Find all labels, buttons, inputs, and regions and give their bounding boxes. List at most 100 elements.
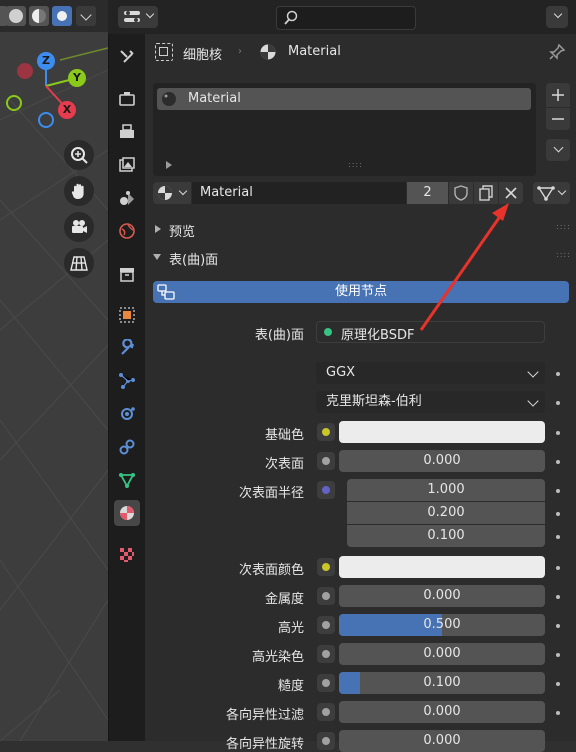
keyframe-dot[interactable]: [556, 566, 560, 570]
socket-button[interactable]: [317, 732, 335, 750]
tab-render[interactable]: [114, 86, 140, 112]
socket-button[interactable]: [317, 616, 335, 634]
socket-button[interactable]: [317, 558, 335, 576]
socket-button[interactable]: [317, 481, 335, 499]
anisotropic-rotation-field[interactable]: 0.000: [339, 730, 545, 752]
metallic-field[interactable]: 0.000: [339, 585, 545, 607]
tab-object[interactable]: [114, 302, 140, 328]
surface-shader-selector[interactable]: 原理化BSDF: [316, 321, 545, 343]
keyframe-dot[interactable]: [556, 595, 560, 599]
panel-drag-grip[interactable]: ::::: [556, 250, 571, 259]
gizmo-z-axis[interactable]: Z: [37, 52, 55, 70]
tab-collection[interactable]: [114, 261, 140, 287]
collection-icon: [120, 268, 134, 282]
gizmo-y-axis[interactable]: Y: [68, 69, 86, 87]
roughness-slider[interactable]: 0.100: [339, 672, 545, 694]
panel-drag-grip[interactable]: ::::: [556, 222, 571, 231]
add-material-slot-button[interactable]: [546, 83, 570, 107]
list-resize-grip[interactable]: ::::: [348, 160, 363, 169]
gizmo-x-axis[interactable]: X: [58, 101, 76, 119]
material-name-input[interactable]: Material: [192, 182, 406, 204]
specular-tint-field[interactable]: 0.000: [339, 643, 545, 665]
tab-output[interactable]: [114, 119, 140, 145]
zoom-button[interactable]: [64, 140, 94, 170]
new-material-button[interactable]: [474, 182, 498, 204]
tab-object-data[interactable]: [114, 467, 140, 493]
socket-button[interactable]: [317, 703, 335, 721]
keyframe-dot[interactable]: [556, 489, 560, 493]
material-user-count[interactable]: 2: [407, 182, 448, 204]
tab-scene[interactable]: [114, 185, 140, 211]
tab-particles[interactable]: [114, 368, 140, 394]
property-value: 0.000: [423, 704, 461, 719]
socket-button[interactable]: [317, 452, 335, 470]
keyframe-dot[interactable]: [556, 682, 560, 686]
panel-surface-title[interactable]: 表(曲)面: [169, 249, 218, 268]
surface-collapse-icon[interactable]: [153, 254, 161, 260]
mesh-data-icon: [119, 473, 135, 488]
properties-search-input[interactable]: [276, 6, 416, 30]
perspective-toggle-button[interactable]: [64, 248, 94, 278]
subsurface-radius-y-field[interactable]: 0.200: [347, 502, 545, 524]
anisotropic-field[interactable]: 0.000: [339, 701, 545, 723]
keyframe-dot[interactable]: [556, 512, 560, 516]
list-expand-icon[interactable]: [166, 161, 172, 169]
material-slot-label: Material: [188, 91, 241, 106]
subsurface-radius-z-field[interactable]: 0.100: [347, 525, 545, 547]
fake-user-button[interactable]: [449, 182, 473, 204]
keyframe-dot[interactable]: [556, 624, 560, 628]
camera-view-button[interactable]: [64, 212, 94, 242]
keyframe-dot[interactable]: [556, 460, 560, 464]
pan-button[interactable]: [64, 176, 94, 206]
tab-material[interactable]: [114, 500, 140, 526]
socket-button[interactable]: [317, 587, 335, 605]
3d-viewport[interactable]: Z Y X: [0, 0, 108, 741]
material-preview-button[interactable]: [29, 6, 49, 26]
subsurface-radius-x-field[interactable]: 1.000: [347, 479, 545, 501]
subsurface-method-dropdown[interactable]: 克里斯坦森-伯利: [316, 391, 545, 413]
gizmo-neg-z-axis[interactable]: [38, 112, 54, 128]
tab-texture[interactable]: [114, 542, 140, 568]
property-value: 0.100: [423, 675, 461, 690]
keyframe-dot[interactable]: [556, 653, 560, 657]
gizmo-neg-x-axis[interactable]: [17, 63, 33, 79]
keyframe-dot[interactable]: [556, 401, 560, 405]
use-nodes-button[interactable]: 使用节点: [153, 281, 569, 303]
browse-material-dropdown[interactable]: [153, 182, 191, 204]
socket-button[interactable]: [317, 674, 335, 692]
socket-button[interactable]: [317, 645, 335, 663]
tab-world[interactable]: [114, 218, 140, 244]
rendered-shading-button[interactable]: [52, 6, 72, 26]
subsurface-field[interactable]: 0.000: [339, 450, 545, 472]
pin-icon[interactable]: [548, 43, 566, 61]
gizmo-neg-y-axis[interactable]: [6, 95, 22, 111]
material-specials-dropdown[interactable]: [546, 139, 570, 161]
tab-constraints[interactable]: [114, 434, 140, 460]
keyframe-dot[interactable]: [556, 535, 560, 539]
tab-modifiers[interactable]: [114, 335, 140, 361]
material-link-dropdown[interactable]: [533, 182, 570, 204]
keyframe-dot[interactable]: [556, 372, 560, 376]
shading-options-dropdown[interactable]: [76, 6, 96, 26]
panel-preview-title[interactable]: 预览: [169, 221, 195, 240]
tab-view-layer[interactable]: [114, 152, 140, 178]
keyframe-dot[interactable]: [556, 431, 560, 435]
material-slot-list[interactable]: Material ::::: [153, 83, 536, 176]
distribution-dropdown[interactable]: GGX: [316, 362, 545, 384]
editor-type-dropdown[interactable]: [118, 6, 158, 28]
remove-material-slot-button[interactable]: [546, 108, 570, 130]
solid-shading-button[interactable]: [6, 6, 26, 26]
tab-physics[interactable]: [114, 401, 140, 427]
header-options-dropdown[interactable]: [546, 6, 568, 28]
unlink-material-button[interactable]: [499, 182, 523, 204]
socket-button[interactable]: [317, 423, 335, 441]
base-color-swatch[interactable]: [339, 421, 545, 443]
scene-icon: [120, 191, 134, 205]
keyframe-dot[interactable]: [556, 711, 560, 715]
subsurface-color-swatch[interactable]: [339, 556, 545, 578]
list-item[interactable]: Material: [157, 88, 531, 110]
breadcrumb-object: 细胞核: [183, 48, 223, 63]
preview-expand-icon[interactable]: [155, 225, 161, 233]
tab-tool[interactable]: [114, 44, 140, 70]
specular-slider[interactable]: 0.500: [339, 614, 545, 636]
